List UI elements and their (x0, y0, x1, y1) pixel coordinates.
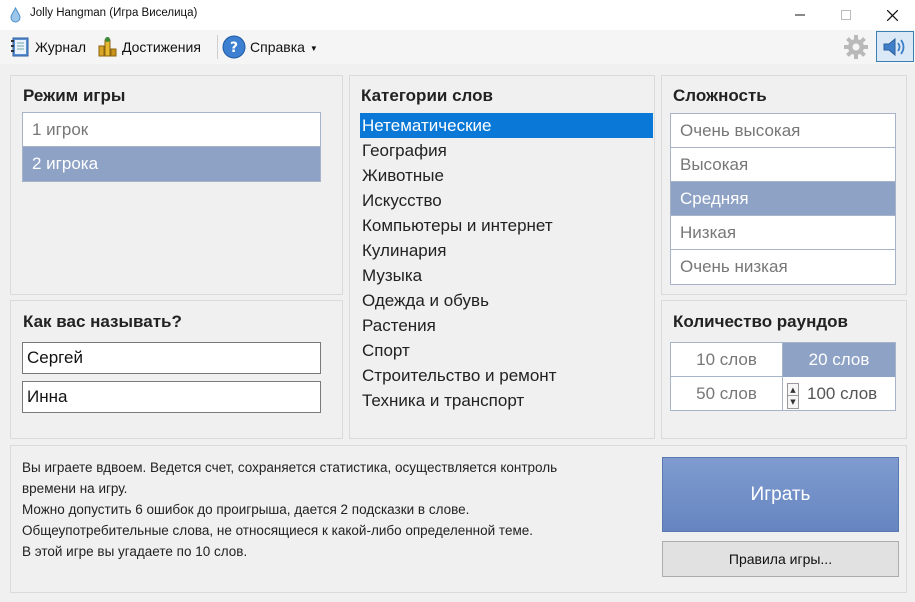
category-item[interactable]: Музыка (360, 263, 653, 288)
category-item[interactable]: Спорт (360, 338, 653, 363)
play-button[interactable]: Играть (662, 457, 899, 532)
mode-option-1-player[interactable]: 1 игрок (23, 113, 320, 147)
achievements-button[interactable]: Достижения (96, 34, 201, 60)
category-item[interactable]: Растения (360, 313, 653, 338)
window-title: Jolly Hangman (Игра Виселица) (30, 7, 198, 19)
minimize-icon (795, 14, 805, 16)
category-item[interactable]: Искусство (360, 188, 653, 213)
description-line: Можно допустить 6 ошибок до проигрыша, д… (22, 502, 470, 517)
difficulty-list: Очень высокая Высокая Средняя Низкая Оче… (670, 113, 896, 285)
rounds-custom-field[interactable]: 100 слов (783, 377, 895, 411)
difficulty-option[interactable]: Низкая (671, 216, 895, 250)
player2-name-field[interactable]: Инна (22, 381, 321, 413)
spinner-down-icon[interactable]: ▼ (788, 396, 798, 408)
toolbar-separator (217, 35, 218, 59)
rules-button[interactable]: Правила игры... (662, 541, 899, 577)
category-item[interactable]: Одежда и обувь (360, 288, 653, 313)
sound-toggle-button[interactable] (876, 31, 914, 62)
journal-icon (9, 36, 31, 58)
journal-label: Журнал (35, 39, 87, 55)
help-label: Справка (250, 39, 305, 55)
help-icon: ? (222, 35, 246, 59)
category-item[interactable]: Кулинария (360, 238, 653, 263)
journal-button[interactable]: Журнал (9, 34, 86, 60)
achievements-label: Достижения (122, 39, 201, 55)
rounds-option[interactable]: 50 слов (671, 377, 783, 411)
toolbar: Журнал Достижения ? Справка ▼ (0, 30, 915, 64)
rounds-grid: 10 слов 20 слов 50 слов 100 слов ▲ ▼ (670, 342, 896, 411)
category-item[interactable]: Строительство и ремонт (360, 363, 653, 388)
close-icon (886, 9, 898, 21)
difficulty-title: Сложность (673, 86, 767, 105)
trophy-icon (96, 36, 118, 58)
maximize-icon (841, 10, 851, 20)
description-line: времени на игру. (22, 481, 128, 496)
chevron-down-icon: ▼ (309, 43, 318, 53)
category-item[interactable]: Компьютеры и интернет (360, 213, 653, 238)
categories-list: Нетематические География Животные Искусс… (360, 113, 653, 413)
speaker-icon (883, 37, 905, 56)
description-line: В этой игре вы угадаете по 10 слов. (22, 544, 248, 559)
rounds-title: Количество раундов (673, 312, 848, 331)
mode-option-2-players[interactable]: 2 игрока (23, 147, 320, 181)
help-menu-button[interactable]: ? Справка ▼ (222, 34, 318, 60)
game-description: Вы играете вдвоем. Ведется счет, сохраня… (22, 457, 642, 562)
difficulty-option[interactable]: Высокая (671, 148, 895, 182)
difficulty-option[interactable]: Очень низкая (671, 250, 895, 284)
close-button[interactable] (869, 0, 915, 30)
rounds-option[interactable]: 10 слов (671, 343, 783, 377)
settings-button[interactable] (843, 34, 869, 60)
minimize-button[interactable] (777, 0, 823, 30)
difficulty-option[interactable]: Средняя (671, 182, 895, 216)
difficulty-option[interactable]: Очень высокая (671, 114, 895, 148)
description-line: Вы играете вдвоем. Ведется счет, сохраня… (22, 460, 558, 475)
gear-icon (844, 35, 868, 59)
spinner-up-icon[interactable]: ▲ (788, 384, 798, 396)
maximize-button[interactable] (823, 0, 869, 30)
title-bar: Jolly Hangman (Игра Виселица) (0, 0, 915, 30)
rounds-spinner[interactable]: ▲ ▼ (787, 383, 799, 409)
game-mode-title: Режим игры (23, 86, 126, 105)
game-mode-panel (10, 75, 343, 295)
description-line: Общеупотребительные слова, не относящиес… (22, 523, 534, 538)
app-drop-icon (10, 7, 21, 23)
svg-text:?: ? (230, 40, 238, 56)
rounds-option[interactable]: 20 слов (783, 343, 895, 377)
player-names-title: Как вас называть? (23, 312, 182, 331)
category-item[interactable]: Нетематические (360, 113, 653, 138)
category-item[interactable]: Техника и транспорт (360, 388, 653, 413)
category-item[interactable]: География (360, 138, 653, 163)
category-item[interactable]: Животные (360, 163, 653, 188)
player1-name-field[interactable]: Сергей (22, 342, 321, 374)
game-mode-list: 1 игрок 2 игрока (22, 112, 321, 182)
categories-title: Категории слов (361, 86, 493, 105)
